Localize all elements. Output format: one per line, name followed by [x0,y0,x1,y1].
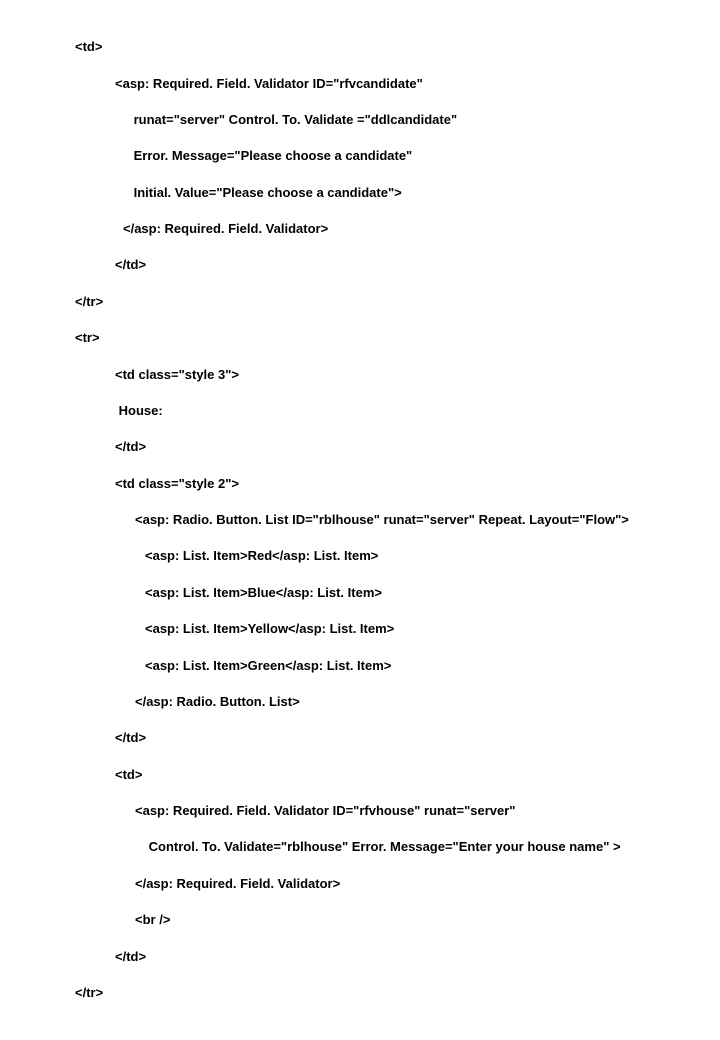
code-line: House: [75,402,700,420]
code-line: </tr> [75,984,700,1002]
code-line: runat="server" Control. To. Validate ="d… [75,111,700,129]
code-line: <asp: List. Item>Blue</asp: List. Item> [75,584,700,602]
code-line: <asp: List. Item>Red</asp: List. Item> [75,547,700,565]
code-snippet: <td> <asp: Required. Field. Validator ID… [0,0,720,1040]
code-line: <asp: Required. Field. Validator ID="rfv… [75,802,700,820]
code-line: <tr> [75,329,700,347]
code-line: </td> [75,948,700,966]
code-line: <asp: Radio. Button. List ID="rblhouse" … [75,511,700,529]
code-line: </td> [75,729,700,747]
code-line: <td> [75,38,700,56]
code-line: </tr> [75,293,700,311]
code-line: </asp: Required. Field. Validator> [75,220,700,238]
code-line: </td> [75,256,700,274]
code-line: </asp: Radio. Button. List> [75,693,700,711]
code-line: </asp: Required. Field. Validator> [75,875,700,893]
code-line: Control. To. Validate="rblhouse" Error. … [75,838,700,856]
code-line: <asp: Required. Field. Validator ID="rfv… [75,75,700,93]
code-line: Initial. Value="Please choose a candidat… [75,184,700,202]
code-line: </td> [75,438,700,456]
code-line: <br /> [75,911,700,929]
code-line: <td class="style 3"> [75,366,700,384]
code-line: <td> [75,766,700,784]
code-line: <asp: List. Item>Yellow</asp: List. Item… [75,620,700,638]
code-line: <asp: List. Item>Green</asp: List. Item> [75,657,700,675]
code-line: <td class="style 2"> [75,475,700,493]
code-line: Error. Message="Please choose a candidat… [75,147,700,165]
